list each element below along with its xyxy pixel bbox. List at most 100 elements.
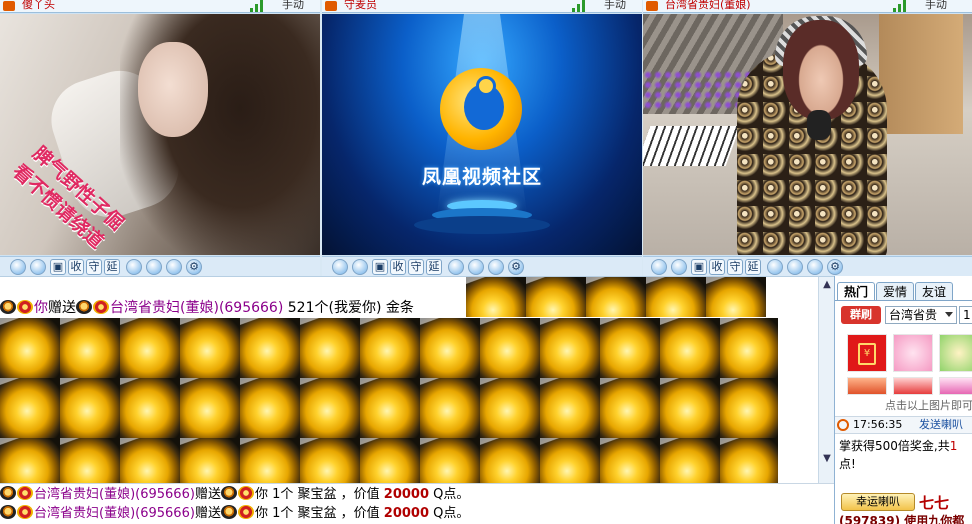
card-thumbnail[interactable] — [847, 377, 887, 395]
lucky-user-name[interactable]: 七七 — [919, 492, 949, 513]
panel-mode-label[interactable]: 手动 — [282, 0, 304, 11]
app-window: 傻丫头 手动 脾气野性子倔 看不惯请绕道 ▣ 收 守 延 ⚙ 守麦员 手动 凤凰… — [0, 0, 972, 524]
signal-icon — [572, 0, 588, 12]
user-icon[interactable] — [468, 259, 484, 275]
tab-friendship[interactable]: 友谊 — [915, 282, 954, 301]
delay-button[interactable]: 延 — [426, 259, 442, 275]
panel-header-2: 守麦员 手动 — [322, 0, 642, 13]
gold-bars-animation-top — [466, 277, 766, 317]
panel-user-name[interactable]: 傻丫头 — [22, 0, 55, 11]
crown-icon — [17, 300, 33, 314]
giver-name[interactable]: 你 — [34, 300, 48, 316]
avatar-icon — [220, 505, 237, 519]
avatar-icon — [220, 486, 237, 500]
avatar-icon — [0, 505, 16, 519]
video-feed-1[interactable]: 脾气野性子倔 看不惯请绕道 — [0, 14, 320, 255]
card-thumbnail[interactable] — [893, 377, 933, 395]
crown-icon — [17, 505, 33, 519]
scroll-up-icon[interactable]: ▲ — [821, 279, 833, 291]
avatar-icon — [0, 300, 16, 314]
card-thumbnail[interactable] — [939, 334, 972, 372]
receive-button[interactable]: 收 — [390, 259, 406, 275]
settings-icon[interactable]: ⚙ — [827, 259, 843, 275]
send-horn-button[interactable]: 发送喇叭 — [919, 417, 963, 433]
phoenix-logo-icon — [440, 68, 522, 150]
tab-hot[interactable]: 热门 — [837, 282, 876, 301]
number-select[interactable]: 1 — [959, 306, 972, 324]
settings-icon[interactable]: ⚙ — [508, 259, 524, 275]
camera-icon[interactable] — [166, 259, 182, 275]
gift-icon[interactable] — [448, 259, 464, 275]
crown-icon — [237, 505, 254, 519]
region-select[interactable]: 台湾省贵 — [885, 306, 957, 324]
video-panel-3: 台湾省贵妇(董娘) 手动 ▣ 收 守 延 ⚙ — [643, 0, 972, 276]
volume-icon[interactable] — [651, 259, 667, 275]
gift-icon[interactable] — [126, 259, 142, 275]
stage-graphic — [414, 200, 550, 234]
system-message-line: 台湾省贵妇(董娘)(695666)赠送你 1个 聚宝盆 ，价值 20000 Q点… — [0, 505, 469, 523]
video-feed-2[interactable]: 凤凰视频社区 — [322, 14, 642, 255]
current-time: 17:56:35 — [853, 418, 903, 431]
card-thumbnail[interactable] — [893, 334, 933, 372]
clock-icon — [837, 419, 849, 431]
gift-icon[interactable] — [767, 259, 783, 275]
panel-toolbar-2: ▣ 收 守 延 ⚙ — [322, 256, 642, 276]
chat-area[interactable]: 你赠送 台湾省贵妇(董娘)(695666) 521个(我爱你) 金条 ▲ ▼ 台湾… — [0, 276, 834, 524]
avatar-icon — [0, 486, 16, 500]
red-envelope-icon[interactable]: ¥ — [847, 334, 887, 372]
signal-icon — [250, 0, 266, 12]
camera-icon — [646, 1, 658, 11]
panel-header-3: 台湾省贵妇(董娘) 手动 — [643, 0, 972, 13]
recipient-name[interactable]: 台湾省贵妇(董娘) — [110, 300, 219, 316]
system-message-line: 台湾省贵妇(董娘)(695666)赠送你 1个 聚宝盆 ，价值 20000 Q点… — [0, 486, 469, 504]
thumbnail-hint: 点击以上图片即可 — [885, 399, 972, 412]
camera-icon — [325, 1, 337, 11]
camera-icon[interactable] — [488, 259, 504, 275]
lucky-horn-badge[interactable]: 幸运喇叭 — [841, 493, 915, 511]
settings-icon[interactable]: ⚙ — [186, 259, 202, 275]
gift-action: 赠送 — [48, 300, 76, 316]
panel-user-name[interactable]: 台湾省贵妇(董娘) — [665, 0, 751, 11]
guard-button[interactable]: 守 — [86, 259, 102, 275]
gold-bars-animation — [0, 318, 778, 483]
chevron-down-icon — [945, 312, 953, 317]
horn-message: (597839) 使用九你都 — [839, 514, 965, 524]
fullscreen-icon[interactable]: ▣ — [691, 259, 707, 275]
video-panel-1: 傻丫头 手动 脾气野性子倔 看不惯请绕道 ▣ 收 守 延 ⚙ — [0, 0, 320, 276]
gift-message: 你赠送 台湾省贵妇(董娘)(695666) 521个(我爱你) 金条 — [0, 299, 414, 317]
video-feed-3[interactable] — [643, 14, 972, 255]
tab-love[interactable]: 爱情 — [876, 282, 915, 301]
panel-header-1: 傻丫头 手动 — [0, 0, 320, 13]
side-tabs: 热门 爱情 友谊 — [837, 281, 954, 301]
panel-mode-label[interactable]: 手动 — [604, 0, 626, 11]
guard-button[interactable]: 守 — [408, 259, 424, 275]
smile-icon[interactable] — [671, 259, 687, 275]
system-messages: 台湾省贵妇(董娘)(695666)赠送你 1个 聚宝盆 ，价值 20000 Q点… — [0, 483, 834, 524]
fullscreen-icon[interactable]: ▣ — [50, 259, 66, 275]
side-panel: 热门 爱情 友谊 群刷 台湾省贵 1 ¥ 点击以上图片即可 17:56:35 发送喇… — [834, 276, 972, 524]
card-thumbnail[interactable] — [939, 377, 972, 395]
crown-icon — [17, 486, 33, 500]
volume-icon[interactable] — [332, 259, 348, 275]
crown-icon — [93, 300, 109, 314]
smile-icon[interactable] — [30, 259, 46, 275]
group-refresh-button[interactable]: 群刷 — [841, 306, 881, 324]
delay-button[interactable]: 延 — [745, 259, 761, 275]
camera-icon[interactable] — [807, 259, 823, 275]
fullscreen-icon[interactable]: ▣ — [372, 259, 388, 275]
panel-toolbar-3: ▣ 收 守 延 ⚙ — [643, 256, 972, 276]
panel-user-name[interactable]: 守麦员 — [344, 0, 377, 11]
panel-toolbar-1: ▣ 收 守 延 ⚙ — [0, 256, 320, 276]
receive-button[interactable]: 收 — [68, 259, 84, 275]
receive-button[interactable]: 收 — [709, 259, 725, 275]
user-icon[interactable] — [787, 259, 803, 275]
smile-icon[interactable] — [352, 259, 368, 275]
scroll-down-icon[interactable]: ▼ — [821, 453, 833, 465]
guard-button[interactable]: 守 — [727, 259, 743, 275]
panel-mode-label[interactable]: 手动 — [925, 0, 947, 11]
signal-icon — [893, 0, 909, 12]
volume-icon[interactable] — [10, 259, 26, 275]
user-icon[interactable] — [146, 259, 162, 275]
delay-button[interactable]: 延 — [104, 259, 120, 275]
chat-scrollbar[interactable]: ▲ ▼ — [818, 277, 834, 483]
